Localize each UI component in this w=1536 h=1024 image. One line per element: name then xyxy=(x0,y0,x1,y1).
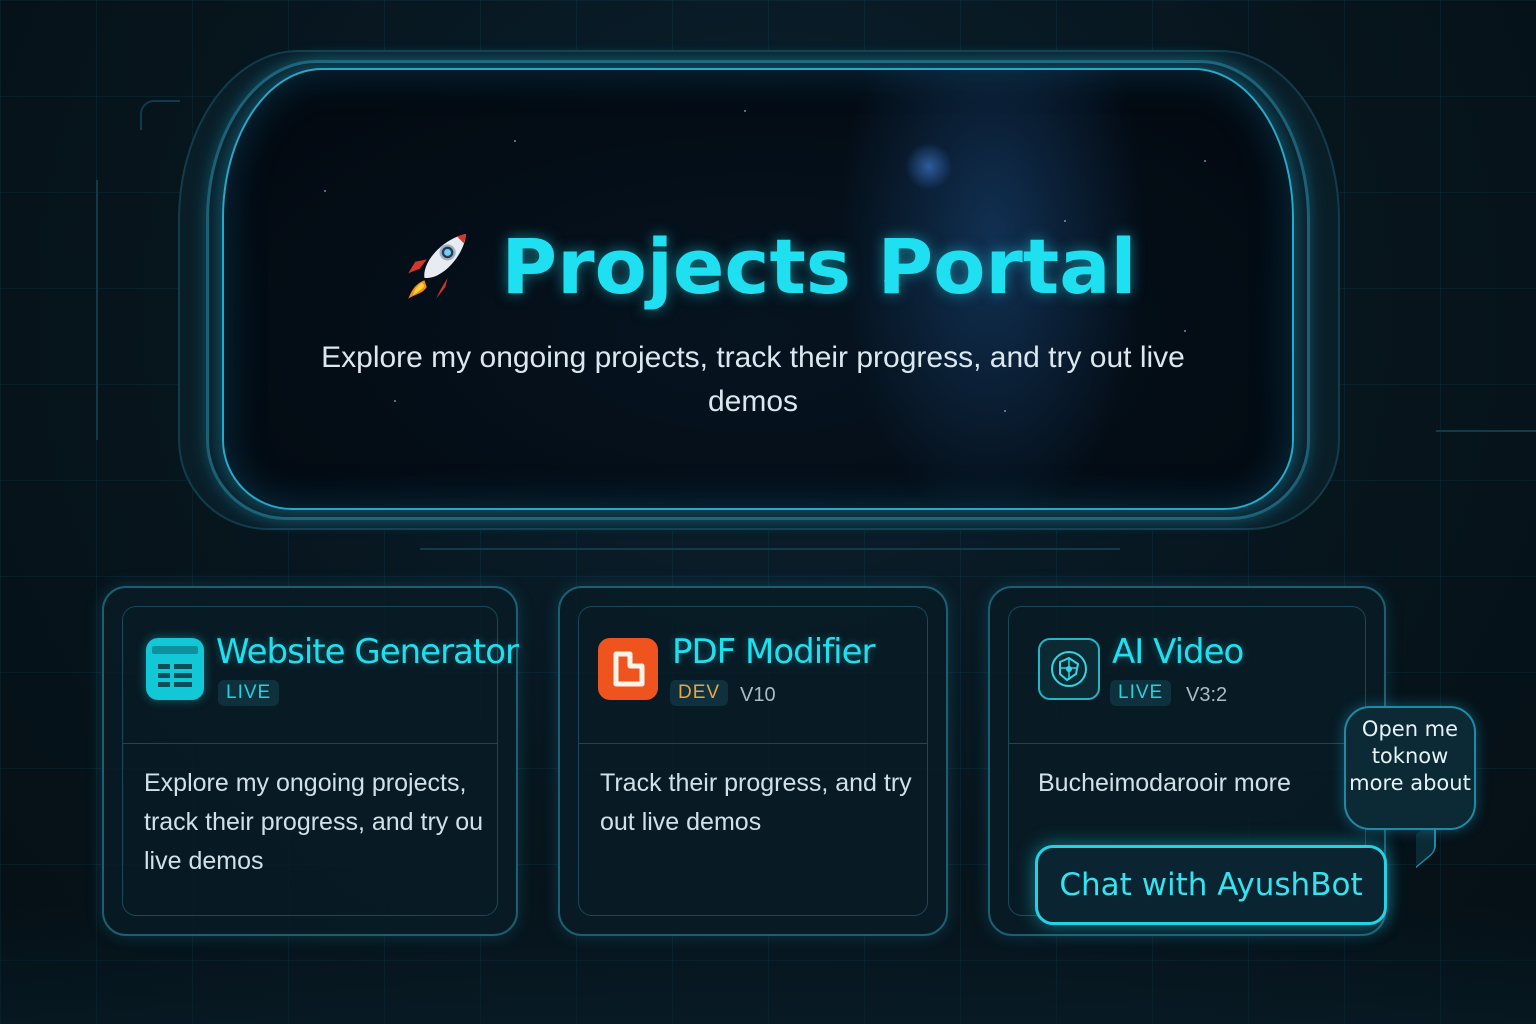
card-divider xyxy=(1008,743,1366,744)
card-description: Bucheimodarooir more xyxy=(1038,769,1291,797)
page-title: Projects Portal xyxy=(0,222,1536,311)
star xyxy=(514,140,516,142)
card-title: Website Generator xyxy=(216,632,519,672)
chat-prompt-bubble[interactable]: Open me toknow more about xyxy=(1344,706,1476,830)
card-description: Explore my ongoing projects, track their… xyxy=(144,769,484,875)
version-label: V10 xyxy=(740,684,776,706)
chat-with-bot-button[interactable]: Chat with AyushBot xyxy=(1035,845,1387,925)
project-card-website-generator[interactable]: Website Generator LIVE Explore my ongoin… xyxy=(102,586,519,936)
card-divider xyxy=(122,743,498,744)
card-title: AI Video xyxy=(1112,632,1244,672)
star xyxy=(1184,330,1186,332)
circuit-line xyxy=(1436,430,1536,432)
star xyxy=(744,110,746,112)
version-label: V3:2 xyxy=(1186,684,1228,706)
circuit-line xyxy=(140,100,180,130)
rocket-icon xyxy=(408,233,467,299)
star xyxy=(324,190,326,192)
status-badge-dev: DEV xyxy=(670,680,729,706)
card-description: Track their progress, and try out live d… xyxy=(600,769,912,836)
circuit-line xyxy=(420,530,1120,550)
page-subtitle: Explore my ongoing projects, track their… xyxy=(321,341,1185,418)
page-title-text: Projects Portal xyxy=(501,222,1137,311)
ai-brain-icon xyxy=(1038,638,1100,700)
status-badge-live: LIVE xyxy=(1110,680,1172,706)
card-title: PDF Modifier xyxy=(672,632,876,672)
website-layout-icon xyxy=(146,638,204,700)
status-badge-live: LIVE xyxy=(218,680,280,706)
project-card-pdf-modifier[interactable]: PDF Modifier DEV V10 Track their progres… xyxy=(558,586,948,936)
card-divider xyxy=(578,743,928,744)
pdf-document-icon xyxy=(598,638,658,700)
star xyxy=(1204,160,1206,162)
